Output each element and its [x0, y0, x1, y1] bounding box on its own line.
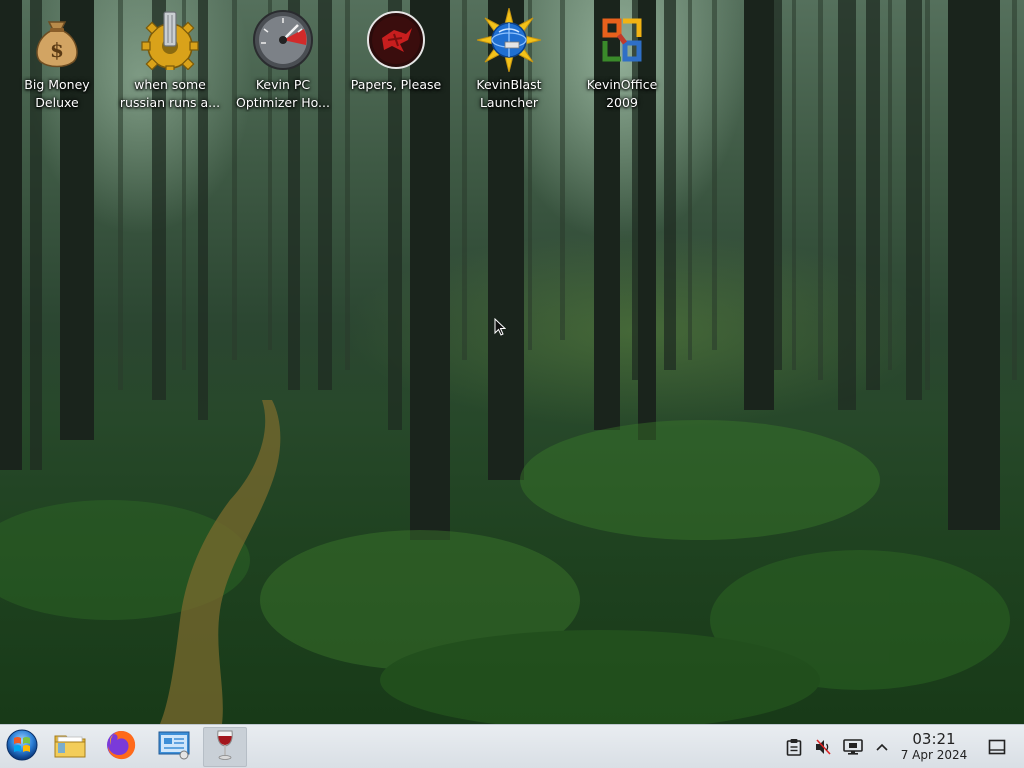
control-panel-button[interactable]	[152, 727, 196, 767]
money-bag-icon: $	[25, 8, 89, 72]
file-manager-button[interactable]	[48, 727, 92, 767]
control-panel-icon	[157, 730, 191, 764]
speaker-muted-icon[interactable]	[812, 736, 834, 758]
firefox-button[interactable]	[99, 727, 143, 767]
desktop-icon-label: Launcher	[479, 95, 539, 110]
firefox-icon	[105, 729, 137, 765]
desktop-icon-label: Papers, Please	[350, 77, 442, 92]
folder-icon	[54, 731, 86, 763]
desktop-icon-big-money-deluxe[interactable]: $ Big Money Deluxe	[1, 8, 113, 116]
desktop-icon-label: Kevin PC	[255, 77, 311, 92]
desktop-icon-label: KevinOffice	[586, 77, 658, 92]
desktop-icon-label: 2009	[606, 95, 638, 110]
wine-glass-icon	[214, 729, 236, 765]
clock-date[interactable]: 7 Apr 2024	[896, 748, 972, 763]
svg-text:$: $	[50, 38, 64, 62]
desktop-icon-label: Big Money	[24, 77, 90, 92]
desktop-icon-label: Optimizer Ho...	[236, 95, 330, 110]
display-icon[interactable]	[842, 736, 864, 758]
windows-orb-icon	[5, 728, 39, 766]
globe-star-icon	[477, 8, 541, 72]
show-desktop-icon[interactable]	[986, 736, 1008, 758]
taskbar: 03:21 7 Apr 2024	[0, 724, 1024, 768]
desktop-icon-russian-runs[interactable]: when some russian runs a...	[114, 8, 226, 116]
gear-icon	[138, 8, 202, 72]
chevron-up-icon[interactable]	[871, 736, 893, 758]
clipboard-icon[interactable]	[783, 736, 805, 758]
wine-app-button[interactable]	[203, 727, 247, 767]
desktop-icon-kevinoffice-2009[interactable]: KevinOffice 2009	[566, 8, 678, 116]
start-menu-button[interactable]	[0, 727, 44, 767]
mouse-cursor-icon	[494, 318, 506, 336]
desktop-icon-label: when some	[134, 77, 206, 92]
papers-please-icon	[364, 8, 428, 72]
desktop-icon-kevin-pc-optimizer[interactable]: Kevin PC Optimizer Ho...	[227, 8, 339, 116]
desktop-icon-label: russian runs a...	[119, 95, 221, 110]
speedometer-icon	[251, 8, 315, 72]
clock-time[interactable]: 03:21	[902, 730, 966, 748]
office-logo-icon	[590, 8, 654, 72]
desktop-icon-kevinblast-launcher[interactable]: KevinBlast Launcher	[453, 8, 565, 116]
desktop-icon-label: Deluxe	[35, 95, 79, 110]
desktop-icon-label: KevinBlast	[476, 77, 542, 92]
desktop-icon-papers-please[interactable]: Papers, Please	[340, 8, 452, 116]
